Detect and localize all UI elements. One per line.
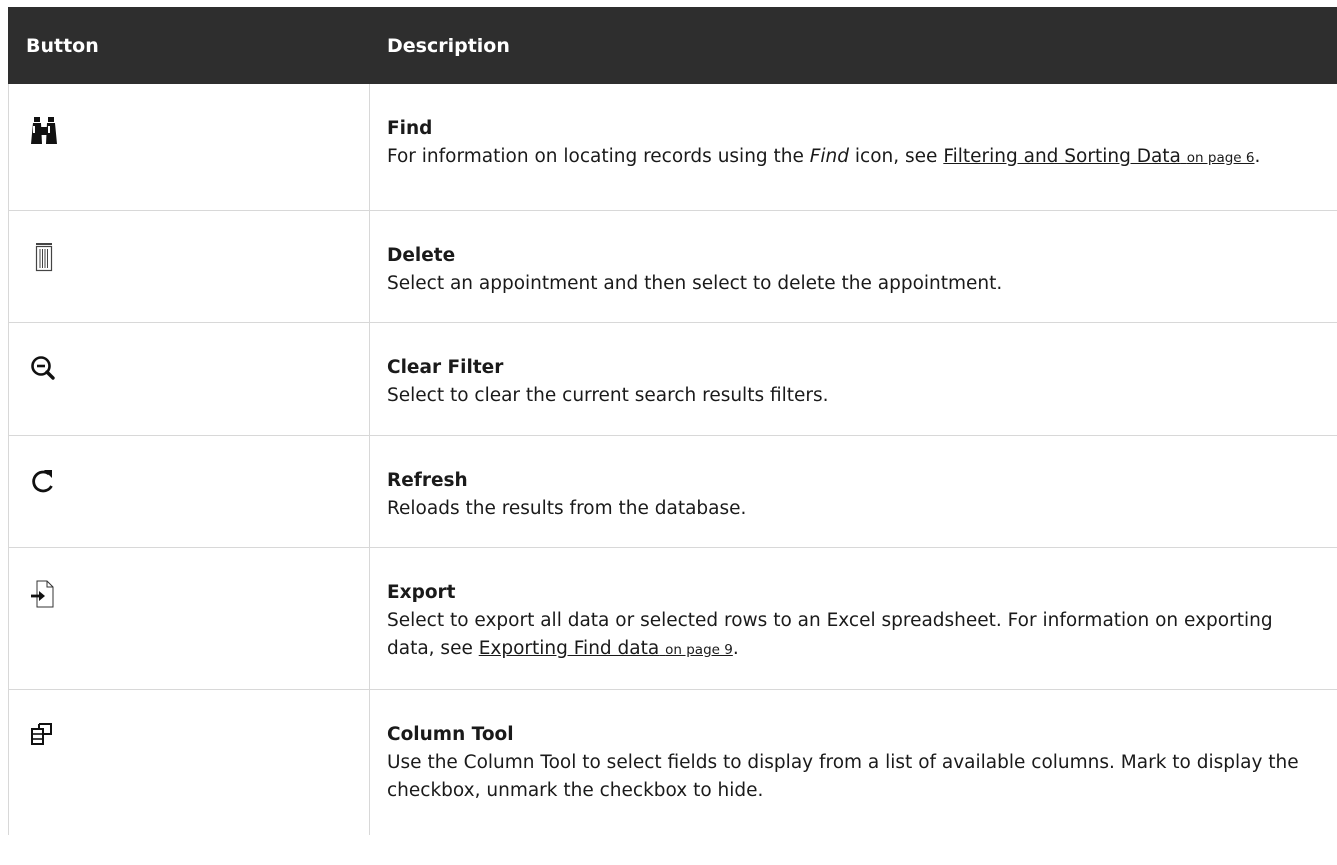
table-row-clear-filter: Clear Filter Select to clear the current… (8, 323, 1337, 436)
row-title: Find (387, 118, 433, 139)
export-icon (29, 578, 65, 614)
row-title: Refresh (387, 470, 468, 491)
row-description: Reloads the results from the database. (387, 498, 747, 519)
table-row-export: Export Select to export all data or sele… (8, 548, 1337, 690)
table-row-find: Find For information on locating records… (8, 84, 1337, 211)
binoculars-icon (29, 114, 65, 150)
row-title: Export (387, 582, 456, 603)
column-tool-icon (29, 720, 65, 756)
table-row-column-tool: Column Tool Use the Column Tool to selec… (8, 690, 1337, 835)
row-description: Use the Column Tool to select fields to … (387, 752, 1299, 801)
row-description: For information on locating records usin… (387, 146, 1261, 167)
zoom-out-icon (29, 353, 65, 389)
column-header-button: Button (26, 34, 99, 57)
row-description: Select an appointment and then select to… (387, 273, 1003, 294)
table-header: Button Description (8, 7, 1337, 84)
row-description: Select to export all data or selected ro… (387, 610, 1273, 659)
refresh-icon (29, 466, 65, 502)
column-header-description: Description (387, 34, 510, 57)
button-description-table: Button Description Find For information … (8, 7, 1337, 835)
row-title: Delete (387, 245, 456, 266)
row-description: Select to clear the current search resul… (387, 385, 829, 406)
table-row-refresh: Refresh Reloads the results from the dat… (8, 436, 1337, 548)
row-title: Column Tool (387, 724, 514, 745)
table-row-delete: Delete Select an appointment and then se… (8, 211, 1337, 323)
link-exporting-find-data[interactable]: Exporting Find data on page 9 (479, 638, 733, 659)
trash-icon (29, 241, 65, 277)
row-title: Clear Filter (387, 357, 504, 378)
link-filtering-and-sorting[interactable]: Filtering and Sorting Data on page 6 (943, 146, 1254, 167)
